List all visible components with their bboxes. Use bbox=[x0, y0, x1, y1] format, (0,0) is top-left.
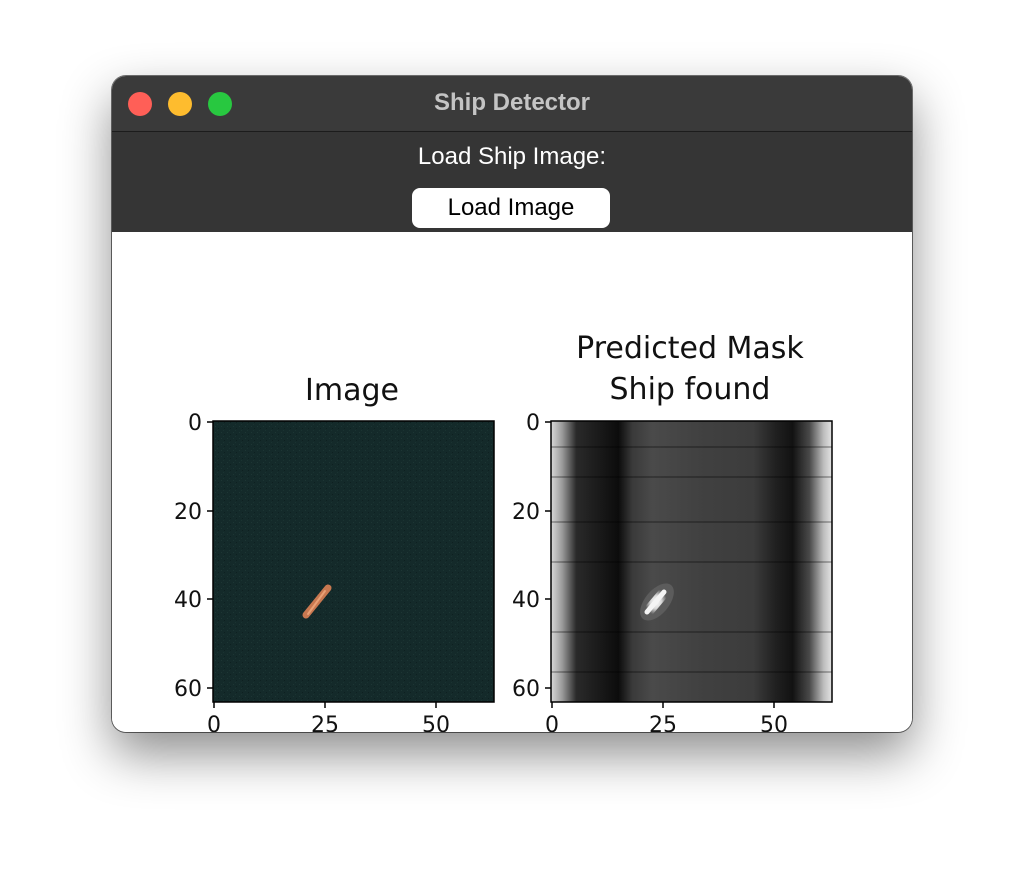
x-tick-label: 50 bbox=[422, 713, 450, 732]
figure: Image 0 20 40 60 0 25 50 Predicted Mask … bbox=[174, 331, 833, 732]
load-panel: Load Ship Image: Load Image bbox=[112, 132, 912, 232]
x-tick-label: 25 bbox=[311, 713, 339, 732]
mask-plot: Predicted Mask Ship found 0 20 40 60 0 2… bbox=[512, 331, 833, 732]
y-tick-label: 0 bbox=[188, 411, 202, 436]
y-tick-label: 0 bbox=[526, 411, 540, 436]
image-plot-title: Image bbox=[305, 373, 399, 408]
x-tick-label: 25 bbox=[649, 713, 677, 732]
load-image-button[interactable]: Load Image bbox=[412, 188, 610, 228]
y-tick-label: 60 bbox=[174, 677, 202, 702]
mask-plot-title: Predicted Mask bbox=[576, 331, 804, 366]
load-ship-image-label: Load Ship Image: bbox=[417, 143, 607, 170]
mask-plot-status: Ship found bbox=[610, 372, 771, 407]
y-tick-label: 20 bbox=[174, 500, 202, 525]
image-plot-x-ticks: 0 25 50 bbox=[207, 702, 450, 732]
satellite-image bbox=[213, 421, 494, 702]
y-tick-label: 40 bbox=[512, 588, 540, 613]
x-tick-label: 0 bbox=[207, 713, 221, 732]
plot-canvas: Image 0 20 40 60 0 25 50 Predicted Mask … bbox=[112, 232, 912, 732]
image-plot-y-ticks: 0 20 40 60 bbox=[174, 411, 213, 702]
y-tick-label: 20 bbox=[512, 500, 540, 525]
x-tick-label: 50 bbox=[760, 713, 788, 732]
window-title: Ship Detector bbox=[433, 89, 591, 116]
image-plot: Image 0 20 40 60 0 25 50 bbox=[174, 373, 495, 732]
app-window: Ship Detector Load Ship Image: Load Imag… bbox=[112, 76, 912, 732]
x-tick-label: 0 bbox=[545, 713, 559, 732]
y-tick-label: 40 bbox=[174, 588, 202, 613]
mask-plot-x-ticks: 0 25 50 bbox=[545, 702, 788, 732]
mask-plot-y-ticks: 0 20 40 60 bbox=[512, 411, 551, 702]
title-bar: Ship Detector bbox=[112, 76, 912, 132]
y-tick-label: 60 bbox=[512, 677, 540, 702]
